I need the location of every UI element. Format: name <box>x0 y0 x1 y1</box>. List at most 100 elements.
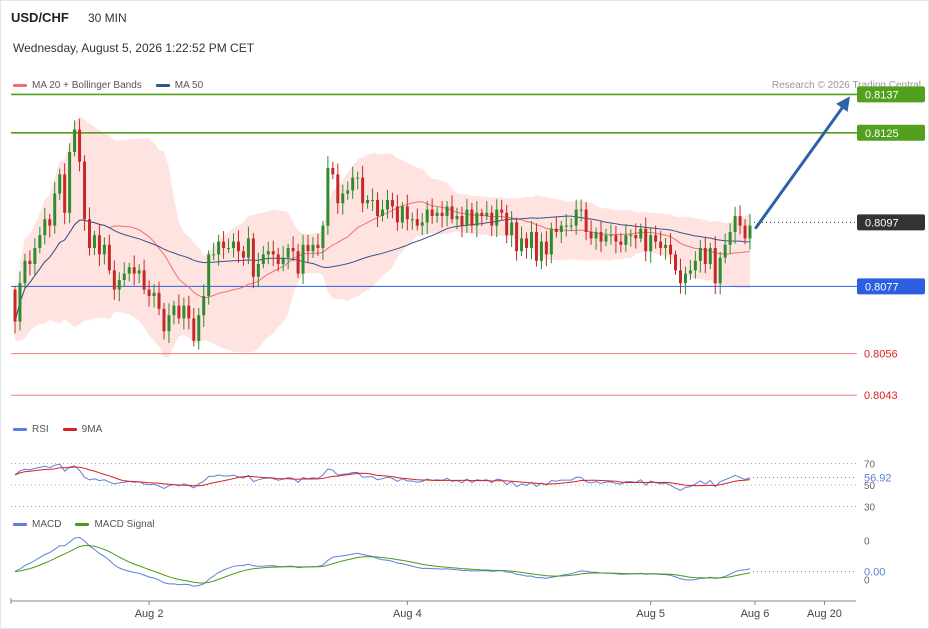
level-label-pivot: 0.8077 <box>865 281 899 293</box>
candle-body <box>435 212 439 216</box>
candle-body <box>212 254 216 256</box>
candle-body <box>217 241 221 255</box>
candle-body <box>316 244 320 248</box>
candle-body <box>683 273 687 284</box>
candle-body <box>13 289 17 322</box>
candle-body <box>559 225 563 232</box>
x-tick-label: Aug 4 <box>393 608 422 620</box>
candle-body <box>147 289 151 296</box>
candle-body <box>609 235 613 237</box>
candle-body <box>28 260 32 264</box>
candle-body <box>718 257 722 284</box>
candle-body <box>261 254 265 264</box>
candle-body <box>490 212 494 226</box>
candle-body <box>251 238 255 277</box>
candle-body <box>728 232 732 245</box>
candle-body <box>544 241 548 255</box>
candle-body <box>614 235 618 242</box>
candle-body <box>604 235 608 242</box>
candle-body <box>445 206 449 216</box>
candle-body <box>241 251 245 258</box>
candle-body <box>460 216 464 226</box>
candle-body <box>395 206 399 223</box>
candle-body <box>480 212 484 216</box>
rsi-tick-label: 30 <box>864 502 876 513</box>
candle-body <box>361 177 365 204</box>
candle-body <box>107 244 111 271</box>
candle-body <box>430 209 434 216</box>
candle-body <box>18 283 22 322</box>
level-label-resistance: 0.8125 <box>865 128 899 140</box>
candle-body <box>529 232 533 248</box>
macd-pane: 000.00 <box>14 536 885 587</box>
candle-body <box>137 270 141 274</box>
candle-body <box>232 241 236 248</box>
candle-body <box>276 254 280 264</box>
candle-body <box>326 168 330 226</box>
candle-body <box>425 209 429 223</box>
candle-body <box>227 248 231 249</box>
candle-body <box>112 270 116 290</box>
candle-body <box>157 292 161 309</box>
candle-body <box>73 129 77 152</box>
level-label-support: 0.8056 <box>864 349 898 361</box>
candle-body <box>515 222 519 252</box>
level-label-support: 0.8043 <box>864 390 898 402</box>
candle-body <box>440 212 444 216</box>
candle-body <box>381 209 384 216</box>
level-label-current: 0.8097 <box>865 217 899 229</box>
candle-body <box>733 216 737 232</box>
candle-body <box>172 305 176 316</box>
candle-body <box>336 174 340 204</box>
candle-body <box>351 177 355 191</box>
macd-last-label: 0.00 <box>864 566 885 578</box>
candle-body <box>405 206 409 220</box>
candle-body <box>271 251 275 255</box>
rsi-last-label: 56.92 <box>864 473 892 485</box>
candle-body <box>564 225 568 227</box>
candle-body <box>83 161 87 220</box>
candle-body <box>624 235 628 245</box>
rsi-ma-line <box>14 466 751 487</box>
candle-body <box>256 264 260 277</box>
candle-body <box>48 219 52 226</box>
candle-body <box>500 209 504 213</box>
candle-body <box>341 193 345 204</box>
candle-body <box>539 241 543 261</box>
candle-body <box>534 232 538 261</box>
candle-body <box>306 244 310 252</box>
candle-body <box>594 232 598 239</box>
candle-body <box>589 232 593 239</box>
candle-body <box>291 248 295 252</box>
candle-body <box>182 305 186 319</box>
rsi-pane: 70503056.92 <box>11 460 892 513</box>
candle-body <box>475 212 479 226</box>
candle-body <box>92 235 96 248</box>
candle-body <box>629 235 633 237</box>
candle-body <box>654 235 658 242</box>
macd-tick-label: 0 <box>864 536 870 547</box>
candle-body <box>574 209 578 226</box>
candle-body <box>281 257 285 264</box>
candle-body <box>693 260 697 271</box>
candle-body <box>584 209 588 232</box>
candle-body <box>420 222 424 226</box>
candle-body <box>579 209 583 211</box>
candle-body <box>202 296 206 316</box>
rsi-line <box>14 463 751 491</box>
candle-body <box>505 212 509 236</box>
candle-body <box>390 200 394 207</box>
candle-body <box>465 209 469 226</box>
candle-body <box>127 267 131 274</box>
candle-body <box>664 244 668 248</box>
candle-body <box>122 273 126 280</box>
candle-body <box>58 174 62 194</box>
candle-body <box>669 244 673 255</box>
x-tick-label: Aug 2 <box>135 608 164 620</box>
x-tick-label: Aug 6 <box>741 608 770 620</box>
candle-body <box>53 193 57 226</box>
candle-body <box>346 190 350 194</box>
candle-body <box>485 212 489 216</box>
candle-body <box>296 251 300 274</box>
candle-body <box>142 270 146 290</box>
